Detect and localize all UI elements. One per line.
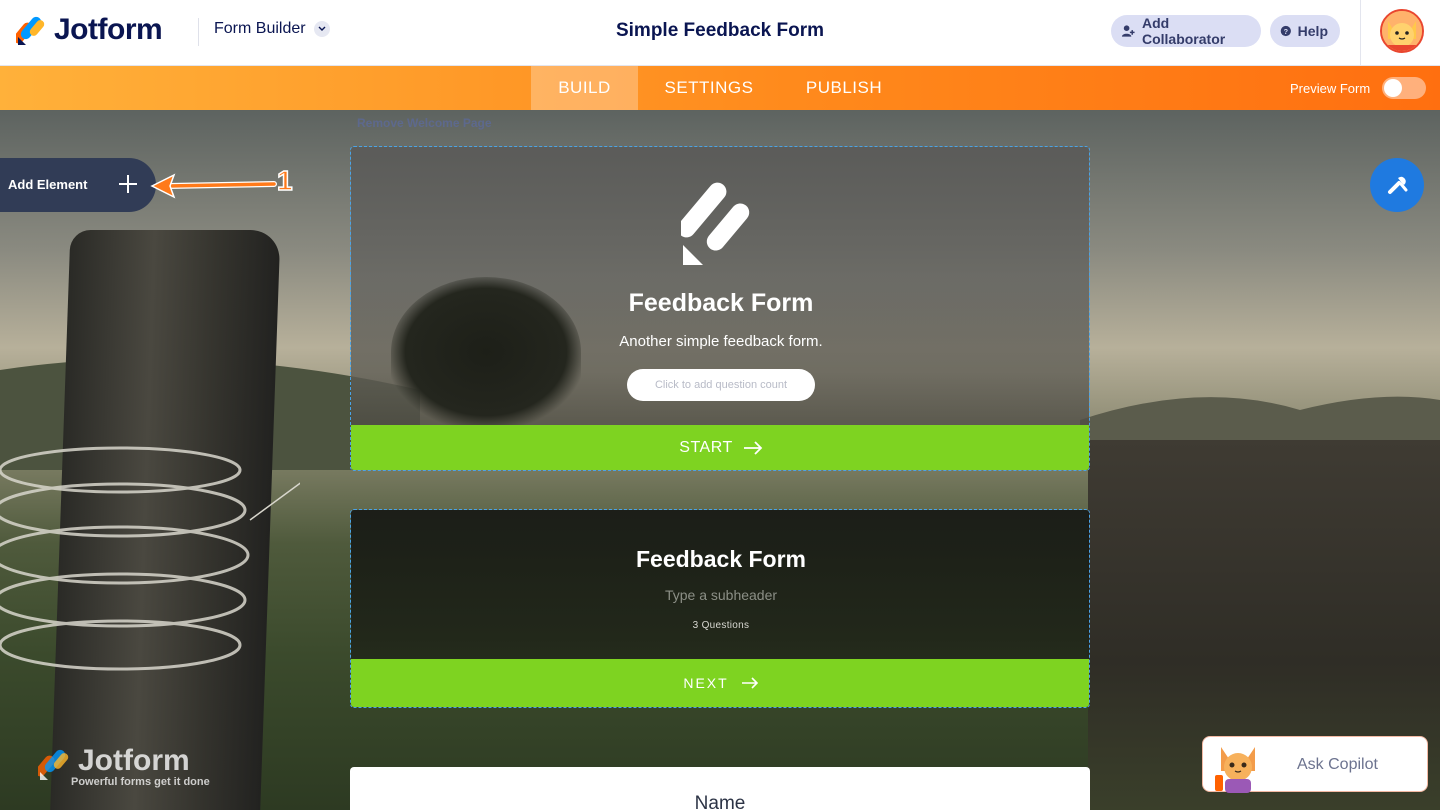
- jotform-logo[interactable]: Jotform: [16, 13, 163, 47]
- next-button[interactable]: NEXT: [351, 659, 1089, 707]
- chevron-down-icon: [313, 21, 330, 37]
- welcome-page-card[interactable]: Feedback Form Another simple feedback fo…: [350, 146, 1090, 471]
- question-icon: ?: [1280, 25, 1291, 37]
- background-rope: [0, 446, 300, 671]
- watermark-tagline: Powerful forms get it done: [71, 776, 210, 788]
- tab-build[interactable]: BUILD: [531, 66, 638, 110]
- arrow-right-icon: [741, 677, 758, 689]
- section-heading-card[interactable]: Feedback Form Type a subheader 3 Questio…: [350, 509, 1090, 708]
- preview-form-label: Preview Form: [1290, 81, 1371, 96]
- add-collaborator-button[interactable]: Add Collaborator: [1111, 15, 1261, 47]
- cat-avatar-icon: [1382, 11, 1422, 51]
- ask-copilot-button[interactable]: Ask Copilot: [1202, 736, 1428, 793]
- arrow-right-icon: [743, 441, 763, 455]
- header-divider-right: [1360, 0, 1361, 66]
- question-count-text: 3 Questions: [692, 620, 750, 631]
- add-element-button[interactable]: Add Element: [0, 158, 156, 212]
- welcome-title[interactable]: Feedback Form: [351, 289, 1089, 318]
- watermark-brand: Jotform: [78, 744, 190, 777]
- help-label: Help: [1297, 23, 1328, 39]
- jotform-logo-icon: [16, 16, 45, 45]
- jotform-white-logo-icon: [681, 182, 750, 265]
- form-canvas: Remove Welcome Page Add Element 1 Feedba…: [0, 110, 1440, 810]
- help-button[interactable]: ? Help: [1270, 15, 1340, 47]
- welcome-subtitle[interactable]: Another simple feedback form.: [351, 333, 1089, 350]
- form-designer-button[interactable]: [1370, 158, 1424, 212]
- tab-publish[interactable]: PUBLISH: [792, 66, 896, 110]
- annotation-number: 1: [276, 164, 293, 197]
- plus-icon: [119, 175, 137, 193]
- paint-roller-icon: [1388, 176, 1408, 194]
- remove-welcome-page-link[interactable]: Remove Welcome Page: [357, 116, 492, 130]
- brand-name: Jotform: [54, 13, 163, 46]
- top-header: Jotform Form Builder Simple Feedback For…: [0, 0, 1440, 66]
- builder-navbar: BUILD SETTINGS PUBLISH Preview Form: [0, 66, 1440, 110]
- form-builder-menu[interactable]: Form Builder: [214, 20, 330, 38]
- svg-text:?: ?: [1284, 27, 1289, 36]
- section-title[interactable]: Feedback Form: [351, 546, 1089, 573]
- toggle-knob: [1384, 79, 1402, 97]
- form-builder-label: Form Builder: [214, 20, 306, 37]
- name-question-card[interactable]: Name: [350, 767, 1090, 810]
- add-user-icon: [1121, 25, 1135, 37]
- next-label: NEXT: [683, 675, 729, 691]
- add-collaborator-label: Add Collaborator: [1141, 15, 1226, 47]
- jotform-watermark-icon: [38, 749, 69, 780]
- tab-settings[interactable]: SETTINGS: [650, 66, 768, 110]
- add-element-label: Add Element: [8, 177, 88, 192]
- start-label: START: [679, 439, 733, 456]
- header-divider: [198, 18, 199, 46]
- copilot-cat-icon: [1215, 747, 1255, 793]
- preview-form-toggle[interactable]: [1382, 77, 1426, 99]
- question-count-pill[interactable]: Click to add question count: [627, 369, 815, 401]
- section-subheader[interactable]: Type a subheader: [351, 587, 1089, 603]
- name-question-label[interactable]: Name: [350, 793, 1090, 810]
- ask-copilot-label: Ask Copilot: [1297, 756, 1378, 773]
- start-button[interactable]: START: [351, 425, 1089, 470]
- avatar[interactable]: [1380, 9, 1424, 53]
